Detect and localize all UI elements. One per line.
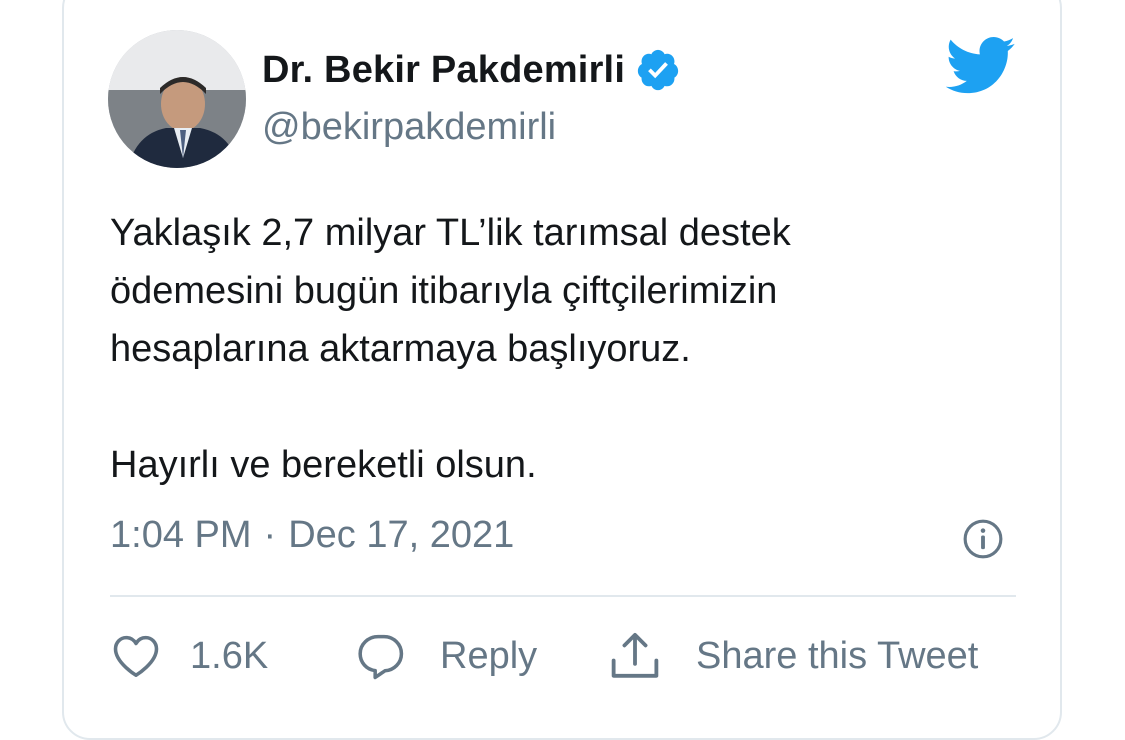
info-icon[interactable]	[962, 518, 1004, 560]
tweet-timestamp[interactable]: 1:04 PM · Dec 17, 2021	[110, 514, 514, 557]
reply-button[interactable]: Reply	[356, 626, 537, 686]
tweet-actions: 1.6K Reply Share this Tweet	[110, 626, 1020, 686]
verified-badge-icon	[637, 49, 679, 91]
heart-icon	[113, 635, 159, 678]
tweet-line: hesaplarına aktarmaya başlıyoruz.	[110, 328, 691, 370]
twitter-bird-icon[interactable]	[946, 36, 1016, 96]
share-button[interactable]: Share this Tweet	[608, 626, 978, 686]
author-display-name[interactable]: Dr. Bekir Pakdemirli	[262, 49, 625, 92]
timestamp-separator: ·	[263, 514, 277, 556]
reply-bubble-icon	[358, 634, 404, 680]
avatar[interactable]	[108, 30, 246, 168]
tweet-time: 1:04 PM	[110, 514, 252, 556]
share-label: Share this Tweet	[696, 634, 979, 677]
reply-label: Reply	[440, 634, 538, 677]
divider	[110, 595, 1016, 597]
like-button[interactable]: 1.6K	[110, 626, 268, 686]
avatar-photo	[108, 30, 246, 168]
tweet-line: Yaklaşık 2,7 milyar TL’lik tarımsal dest…	[110, 212, 791, 254]
tweet-line: ödemesini bugün itibarıyla çiftçilerimiz…	[110, 270, 778, 312]
tweet-text: Yaklaşık 2,7 milyar TL’lik tarımsal dest…	[110, 204, 1010, 494]
author-name-row[interactable]: Dr. Bekir Pakdemirli	[262, 48, 681, 92]
share-icon	[611, 632, 659, 678]
tweet-line: Hayırlı ve bereketli olsun.	[110, 444, 537, 486]
tweet-date: Dec 17, 2021	[288, 514, 515, 556]
like-count: 1.6K	[190, 634, 269, 677]
author-handle[interactable]: @bekirpakdemirli	[262, 106, 556, 149]
